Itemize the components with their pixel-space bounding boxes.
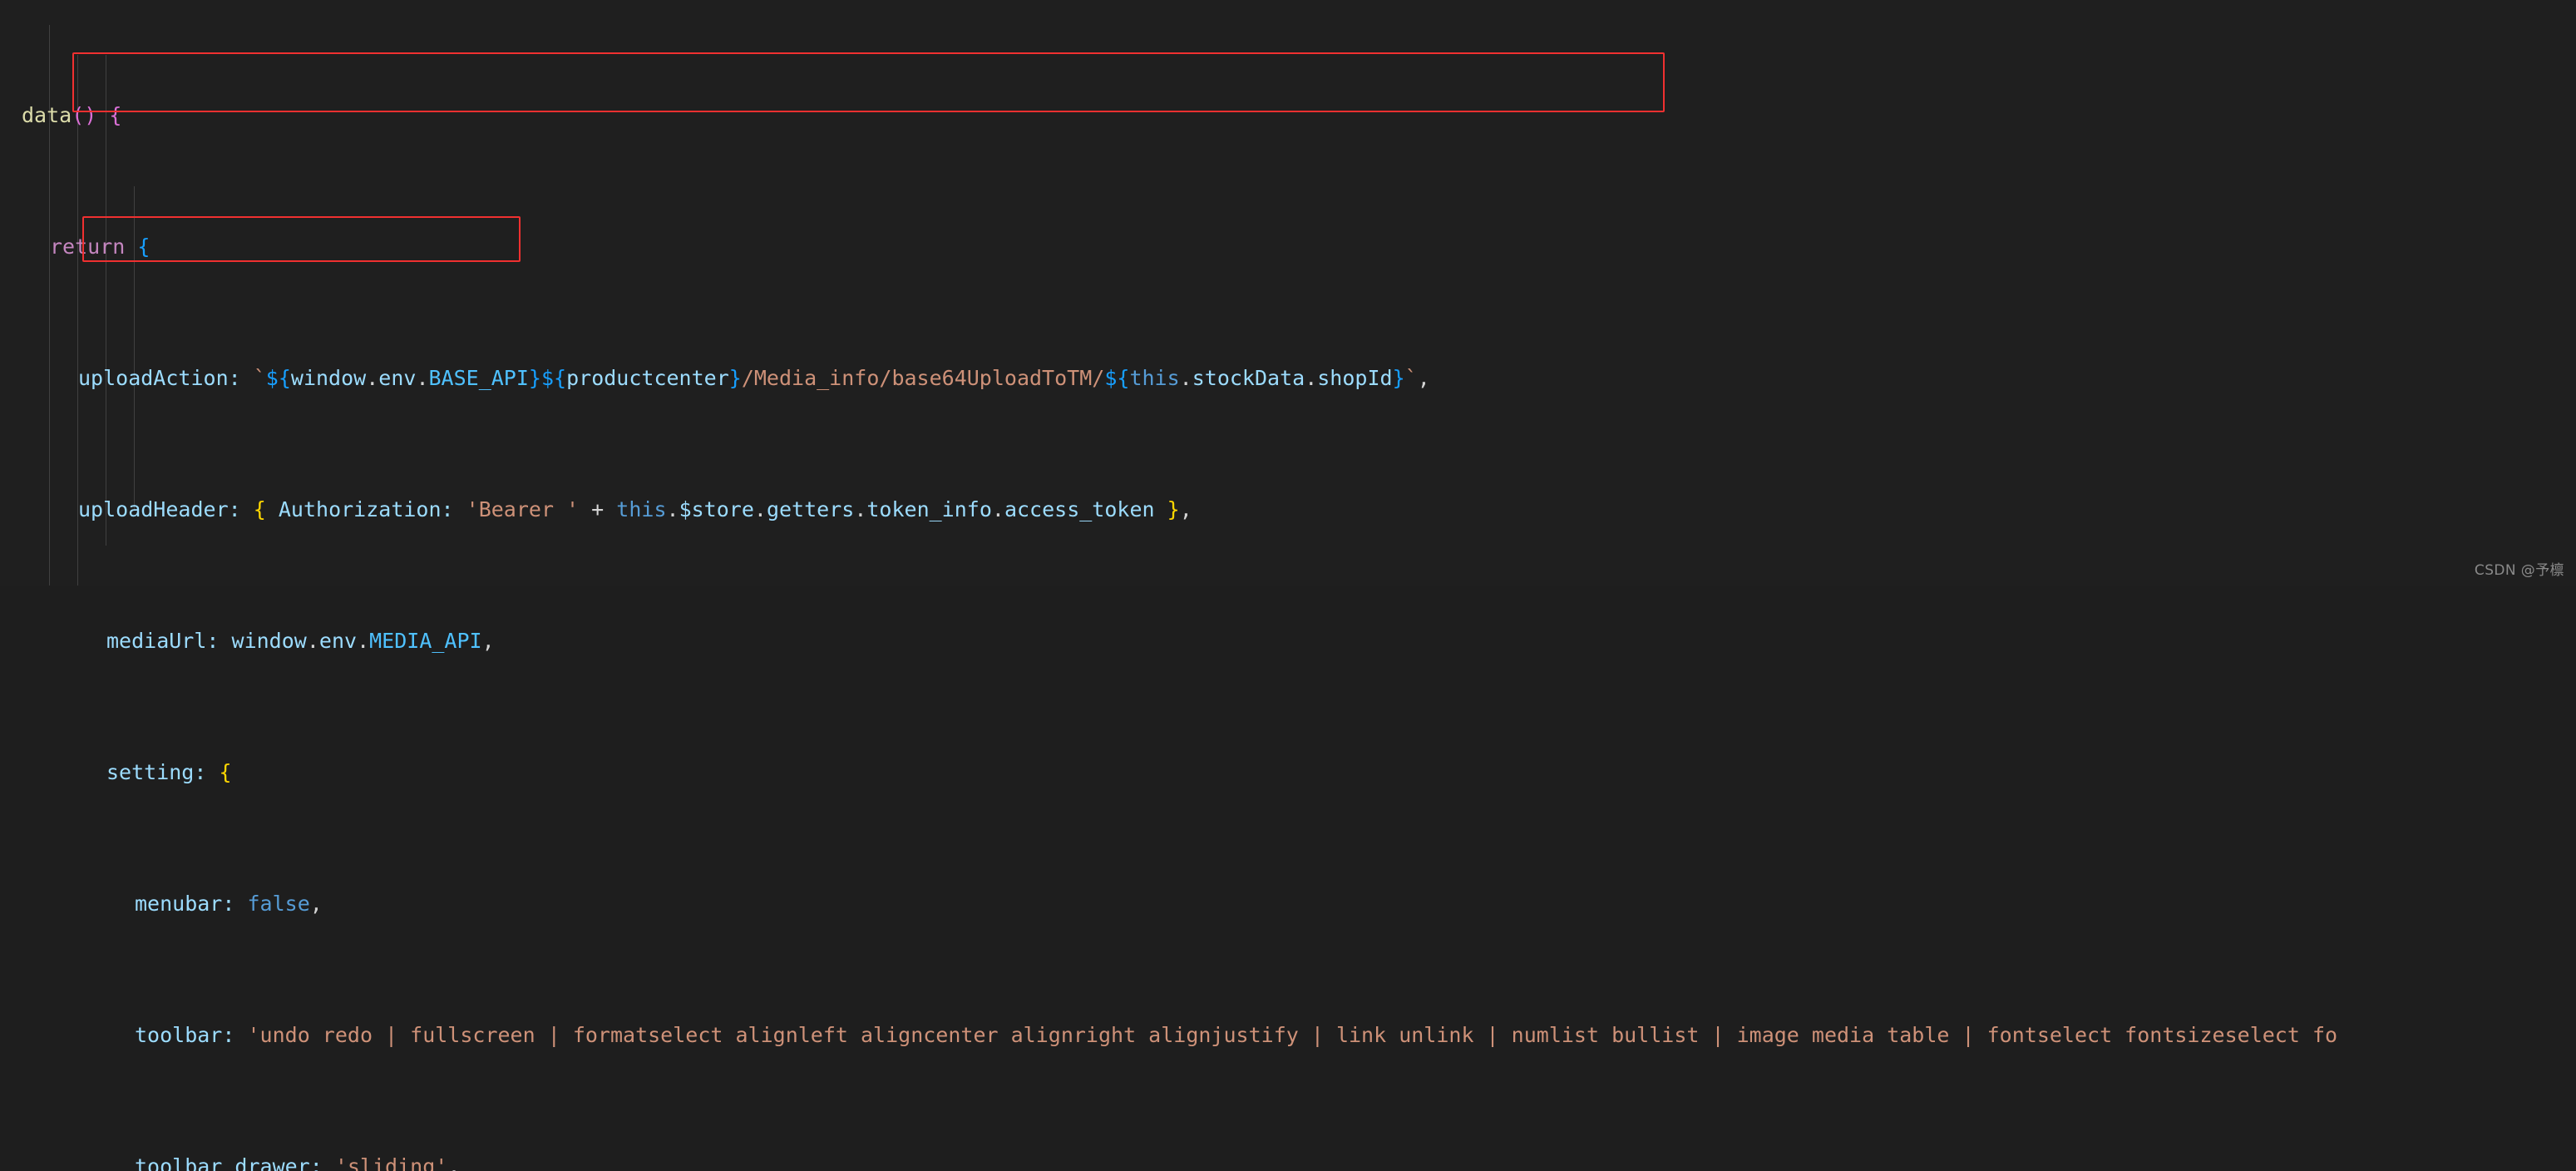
code-editor[interactable]: data() { return { uploadAction: `${windo…	[0, 0, 2576, 586]
window-ident: window	[291, 366, 366, 390]
key-toolbar-drawer: toolbar_drawer:	[135, 1154, 323, 1171]
value-toolbar-drawer: 'sliding'	[335, 1154, 447, 1171]
close-brace: }	[1167, 497, 1180, 521]
code-line[interactable]: toolbar_drawer: 'sliding',	[0, 1150, 2576, 1171]
bearer-string: 'Bearer '	[466, 497, 579, 521]
watermark: CSDN @予檩	[2475, 558, 2564, 579]
code-line[interactable]: uploadAction: `${window.env.BASE_API}${p…	[0, 362, 2576, 395]
window-ident: window	[232, 629, 307, 653]
open-brace: {	[109, 103, 121, 127]
backtick-close: `	[1405, 366, 1418, 390]
key-media-url: mediaUrl:	[106, 629, 219, 653]
code-line[interactable]: return {	[0, 230, 2576, 264]
open-brace: {	[254, 497, 266, 521]
template-close-1: }	[529, 366, 541, 390]
token-info-ident: token_info	[866, 497, 992, 521]
key-menubar: menubar:	[135, 892, 234, 916]
template-close-3: }	[1393, 366, 1405, 390]
productcenter-ident: productcenter	[566, 366, 729, 390]
keyword-return: return	[50, 235, 125, 259]
code-line[interactable]: uploadHeader: { Authorization: 'Bearer '…	[0, 493, 2576, 526]
getters-ident: getters	[767, 497, 854, 521]
open-brace: {	[137, 235, 150, 259]
code-line[interactable]: toolbar: 'undo redo | fullscreen | forma…	[0, 1019, 2576, 1052]
shopid-ident: shopId	[1317, 366, 1392, 390]
env-ident: env	[378, 366, 416, 390]
url-path-segment: /Media_info/base64UploadToTM/	[742, 366, 1105, 390]
open-brace: {	[219, 760, 231, 784]
function-name-data: data	[22, 103, 72, 127]
paren-pair: ()	[72, 103, 96, 127]
template-close-2: }	[729, 366, 742, 390]
stockdata-ident: stockData	[1192, 366, 1305, 390]
key-upload-action: uploadAction:	[78, 366, 241, 390]
value-toolbar-string: 'undo redo | fullscreen | formatselect a…	[247, 1023, 2337, 1047]
media-api-const: MEDIA_API	[369, 629, 481, 653]
key-toolbar: toolbar:	[135, 1023, 234, 1047]
this-keyword: this	[616, 497, 666, 521]
key-upload-header: uploadHeader:	[78, 497, 241, 521]
store-ident: $store	[679, 497, 754, 521]
value-false: false	[247, 892, 309, 916]
key-authorization: Authorization:	[279, 497, 454, 521]
this-keyword: this	[1129, 366, 1179, 390]
code-line[interactable]: mediaUrl: window.env.MEDIA_API,	[0, 625, 2576, 658]
plus-operator: +	[591, 497, 604, 521]
code-line[interactable]: menubar: false,	[0, 887, 2576, 921]
template-open-1: ${	[266, 366, 291, 390]
template-open-2: ${	[541, 366, 566, 390]
access-token-ident: access_token	[1004, 497, 1155, 521]
env-ident: env	[319, 629, 357, 653]
code-line[interactable]: setting: {	[0, 756, 2576, 789]
base-api-const: BASE_API	[429, 366, 529, 390]
template-open-3: ${	[1104, 366, 1129, 390]
code-line[interactable]: data() {	[0, 99, 2576, 132]
code-content[interactable]: data() { return { uploadAction: `${windo…	[0, 0, 2576, 1171]
key-setting: setting:	[106, 760, 206, 784]
backtick-open: `	[254, 366, 266, 390]
